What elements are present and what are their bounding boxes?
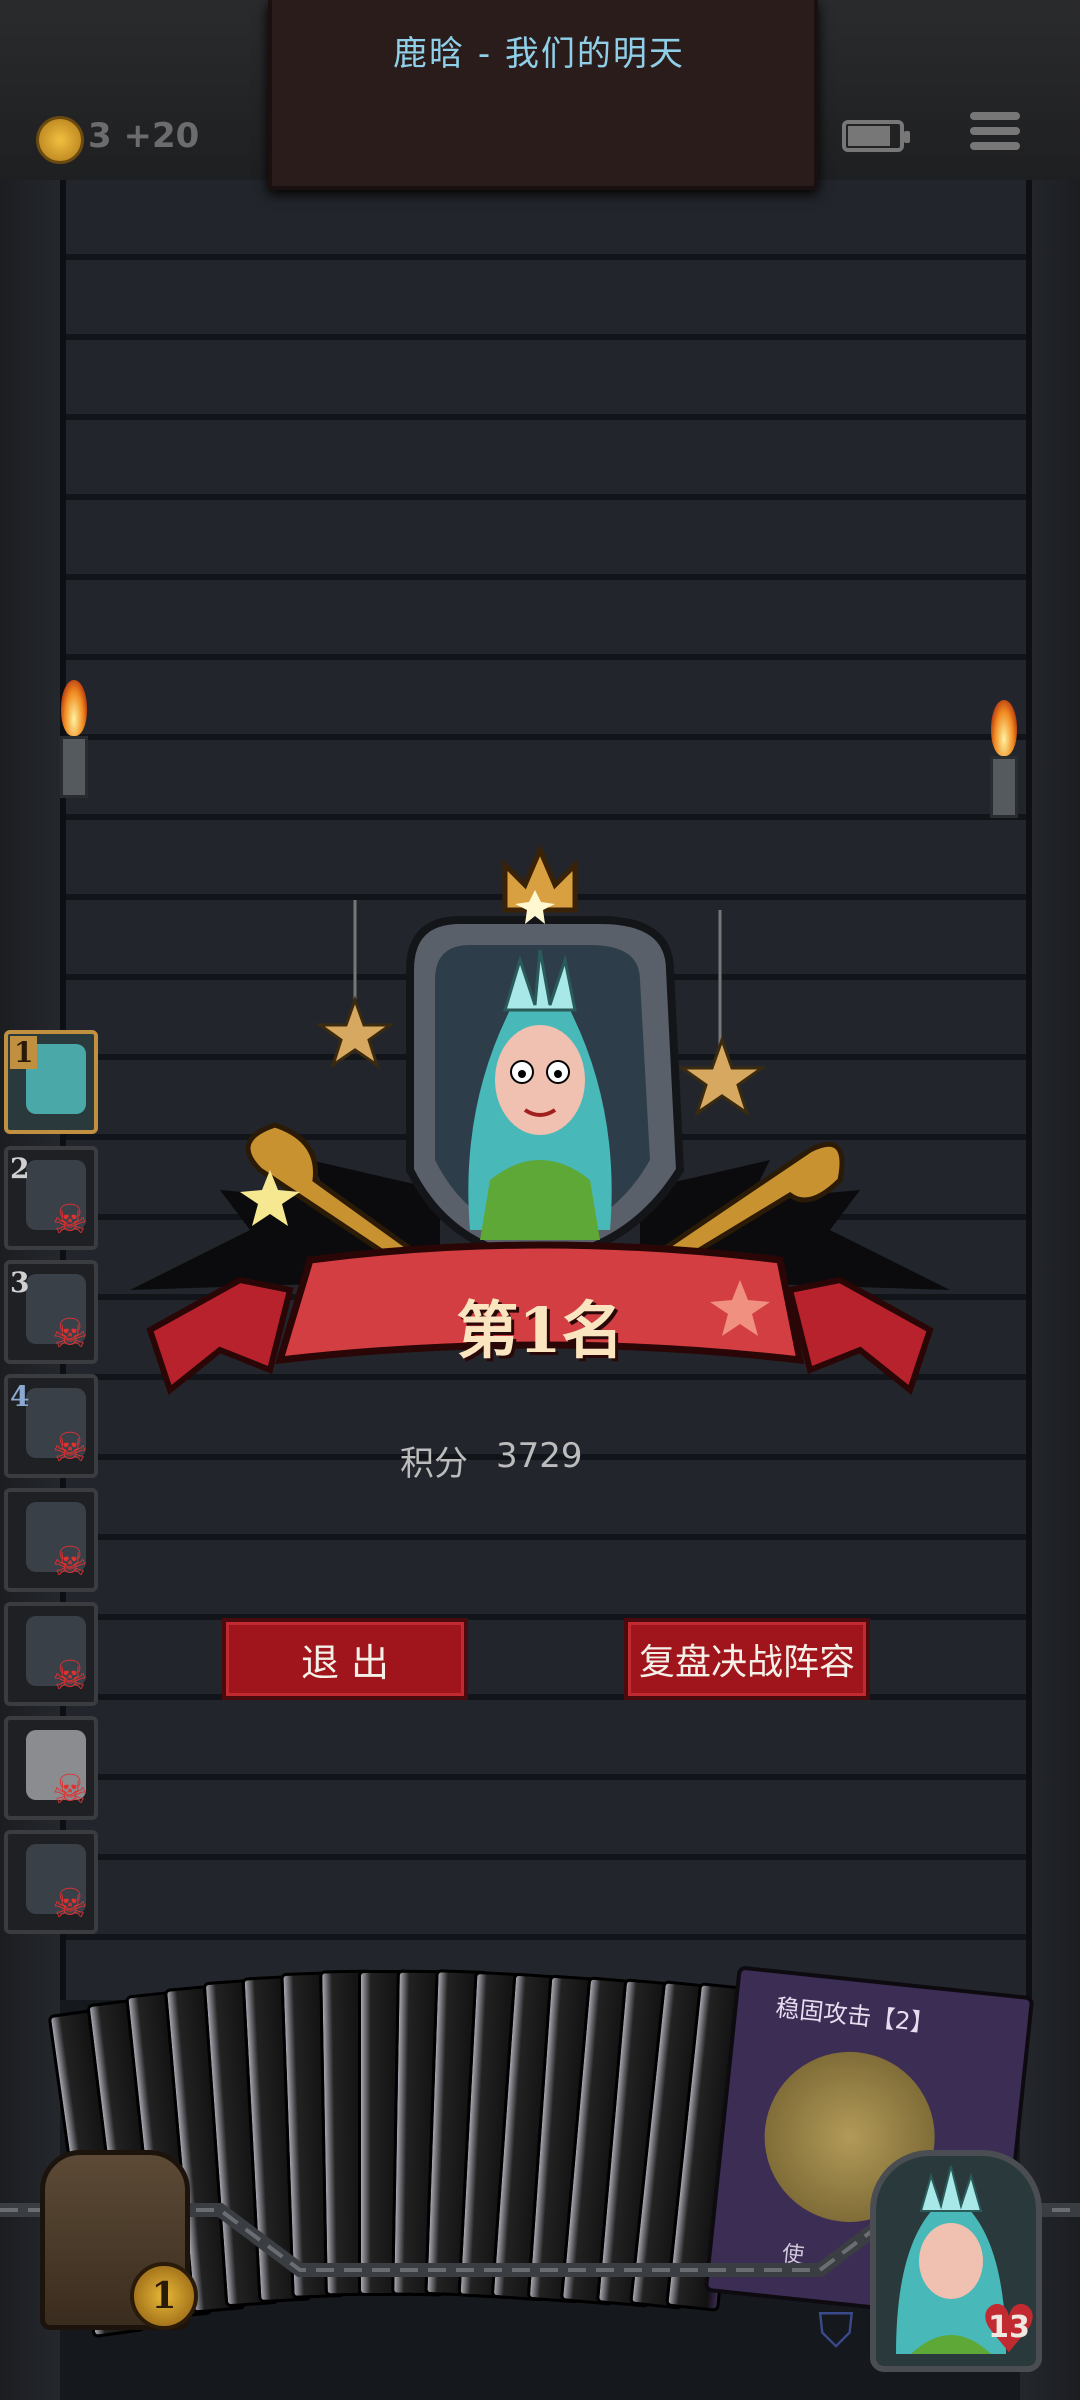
player-slot-2[interactable]: 2 ☠ [4,1146,98,1250]
skull-icon: ☠ [52,1767,88,1813]
review-lineup-button[interactable]: 复盘决战阵容 [624,1618,870,1700]
rank-badge: 2 [10,1152,30,1185]
score-value: 3729 [496,1436,583,1476]
flame-icon [991,700,1017,756]
player-slot-7[interactable]: ☠ [4,1716,98,1820]
star-icon [315,995,395,1069]
skull-icon: ☠ [52,1197,88,1243]
skull-icon: ☠ [52,1311,88,1357]
battery-level [848,126,890,146]
rank-badge: 4 [10,1380,30,1413]
star-icon [677,1035,767,1117]
player-slot-8[interactable]: ☠ [4,1830,98,1934]
coin-counter: 3 +20 [88,116,199,156]
card-title: 稳固攻击【2】 [774,1993,936,2039]
player-slot-4[interactable]: 4 ☠ [4,1374,98,1478]
player-slot-5[interactable]: ☠ [4,1488,98,1592]
skull-icon: ☠ [52,1881,88,1927]
ribbon-tail-left [146,1276,294,1396]
coin-bonus: +20 [123,116,200,156]
coin-count: 3 [88,116,112,156]
skull-icon: ☠ [52,1425,88,1471]
menu-icon[interactable] [970,112,1020,158]
hp-value: 13 [988,2310,1030,2345]
shield-icon: ⛉ [817,2303,854,2359]
flame-icon [61,680,87,736]
song-title: 鹿晗 - 我们的明天 [393,34,685,74]
chest-count-badge: 1 [130,2262,198,2330]
crown-coin-icon [36,116,84,164]
skull-icon: ☠ [52,1653,88,1699]
exit-button[interactable]: 退 出 [222,1618,468,1700]
rank-badge: 3 [10,1266,30,1299]
hero-face [495,1025,585,1135]
rank-badge: 1 [10,1036,38,1069]
player-slot-6[interactable]: ☠ [4,1602,98,1706]
torch-left [54,680,94,800]
score-label: 积分 [400,1444,468,1484]
player-slot-3[interactable]: 3 ☠ [4,1260,98,1364]
torch-right [984,700,1024,820]
skull-icon: ☠ [52,1539,88,1585]
ribbon-tail-right [786,1276,934,1396]
rank-title: 第1名 [456,1294,624,1367]
player-slot-1[interactable]: 1 [4,1030,98,1134]
